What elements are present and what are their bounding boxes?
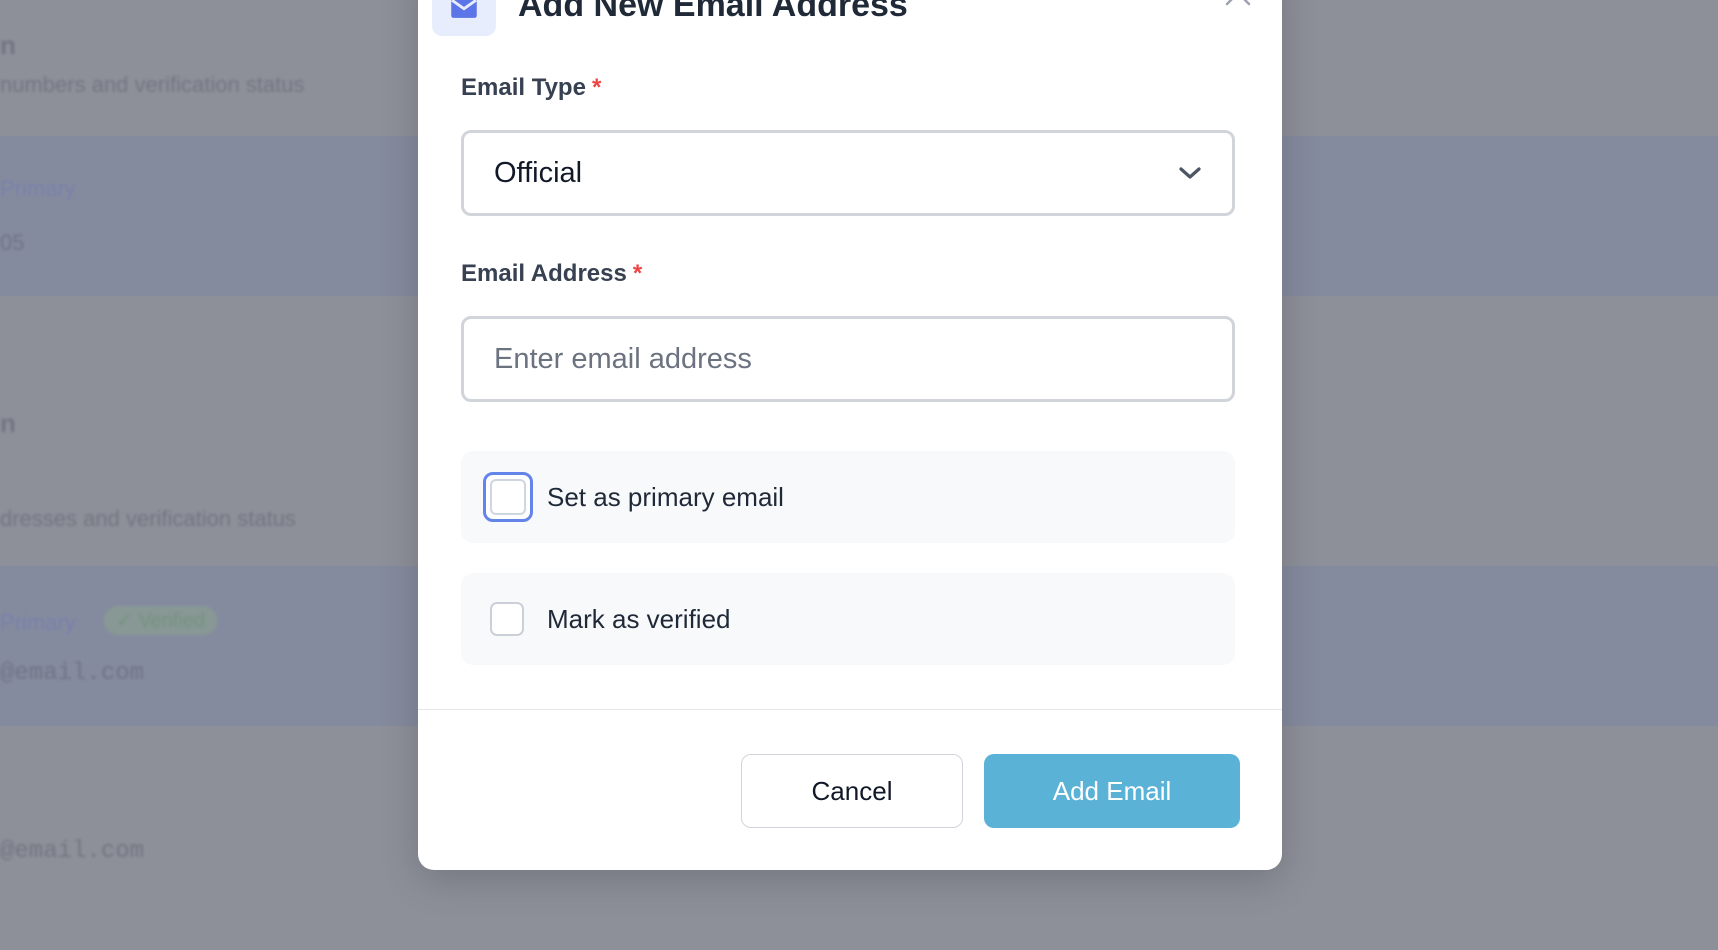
email-type-value: Official — [494, 156, 583, 189]
email-type-label: Email Type * — [461, 74, 602, 101]
background-subtitle: dresses and verification status — [0, 506, 296, 531]
cancel-button[interactable]: Cancel — [741, 754, 963, 828]
primary-email-label: Set as primary email — [547, 481, 784, 512]
add-email-modal: Add New Email Address Email Type * Offici… — [418, 0, 1282, 870]
add-email-button[interactable]: Add Email — [984, 754, 1240, 828]
background-value: @email.com — [0, 838, 145, 865]
chevron-down-icon — [1179, 167, 1201, 179]
required-mark: * — [632, 260, 643, 287]
background-value: @email.com — [0, 660, 145, 687]
background-link: Primary — [0, 176, 76, 201]
verified-checkbox[interactable] — [490, 602, 524, 636]
close-icon — [1225, 0, 1251, 6]
background-heading: n — [0, 408, 16, 438]
close-button[interactable] — [1216, 0, 1260, 20]
background-heading: n — [0, 30, 16, 60]
email-type-select[interactable]: Official — [461, 130, 1235, 216]
primary-email-checkbox[interactable] — [483, 472, 533, 522]
modal-title: Add New Email Address — [518, 0, 908, 24]
email-address-input[interactable] — [461, 316, 1235, 402]
background-value: 05 — [0, 230, 25, 255]
required-mark: * — [591, 74, 602, 101]
envelope-icon — [432, 0, 496, 36]
background-subtitle: numbers and verification status — [0, 72, 305, 97]
primary-email-option[interactable]: Set as primary email — [461, 451, 1235, 543]
footer-divider — [418, 709, 1282, 710]
verified-option[interactable]: Mark as verified — [461, 573, 1235, 665]
email-address-label: Email Address * — [461, 260, 643, 287]
background-link: Primary — [0, 610, 76, 635]
verified-label: Mark as verified — [547, 603, 731, 634]
background-badge: ✓ Verified — [104, 606, 218, 635]
